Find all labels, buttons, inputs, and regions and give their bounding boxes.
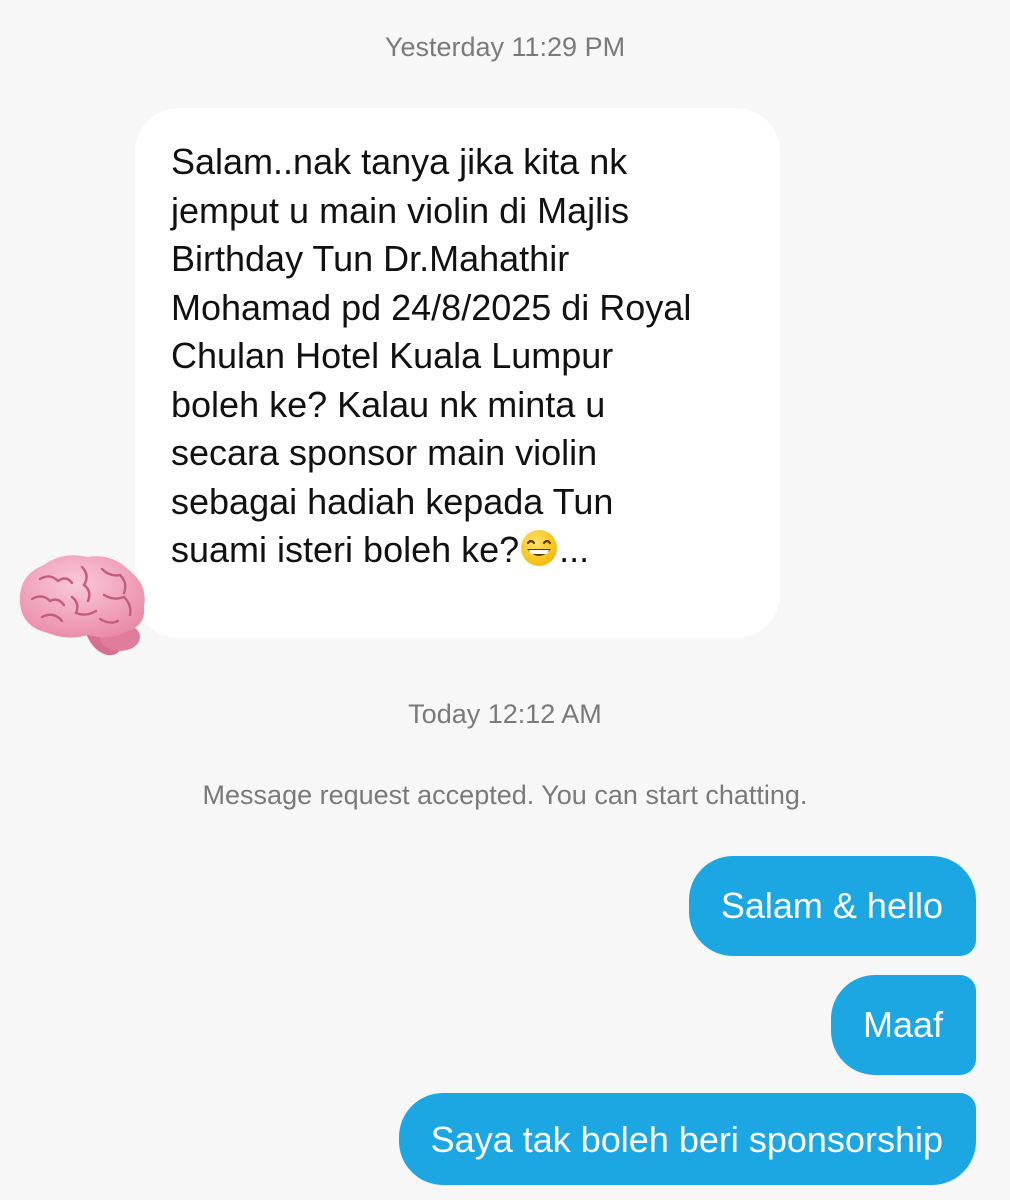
outgoing-message-bubble[interactable]: Maaf [830,975,976,1075]
message-line-1: Salam..nak tanya jika kita nk [171,141,628,182]
message-line-4: Mohamad pd 24/8/2025 di Royal [171,286,692,328]
message-ellipsis: ... [559,529,590,570]
timestamp-today: Today 12:12 AM [408,699,602,729]
outgoing-message-text: Maaf [862,1004,943,1045]
message-line-5: Chulan Hotel Kuala Lumpur [171,335,614,376]
grinning-face-icon [521,530,558,566]
message-request-accepted-notice: Message request accepted. You can start … [202,780,808,810]
message-line-8: sebagai hadiah kepada Tun [171,480,614,522]
message-line-2: jemput u main violin di Majlis [171,189,630,231]
incoming-message-bubble[interactable]: Salam..nak tanya jika kita nk jemput u m… [135,108,780,638]
outgoing-message-text: Saya tak boleh beri sponsorship [430,1119,943,1160]
outgoing-message-bubble[interactable]: Saya tak boleh beri sponsorship [398,1093,976,1185]
message-line-6: boleh ke? Kalau nk minta u [171,383,606,425]
brain-avatar-icon[interactable] [12,545,152,665]
message-line-9: suami isteri boleh ke? [171,529,520,570]
outgoing-message-text: Salam & hello [720,885,943,926]
message-line-7: secara sponsor main violin [171,432,598,473]
outgoing-message-bubble[interactable]: Salam & hello [688,856,976,956]
timestamp-yesterday: Yesterday 11:29 PM [384,32,626,62]
message-line-3: Birthday Tun Dr.Mahathir [171,238,570,279]
